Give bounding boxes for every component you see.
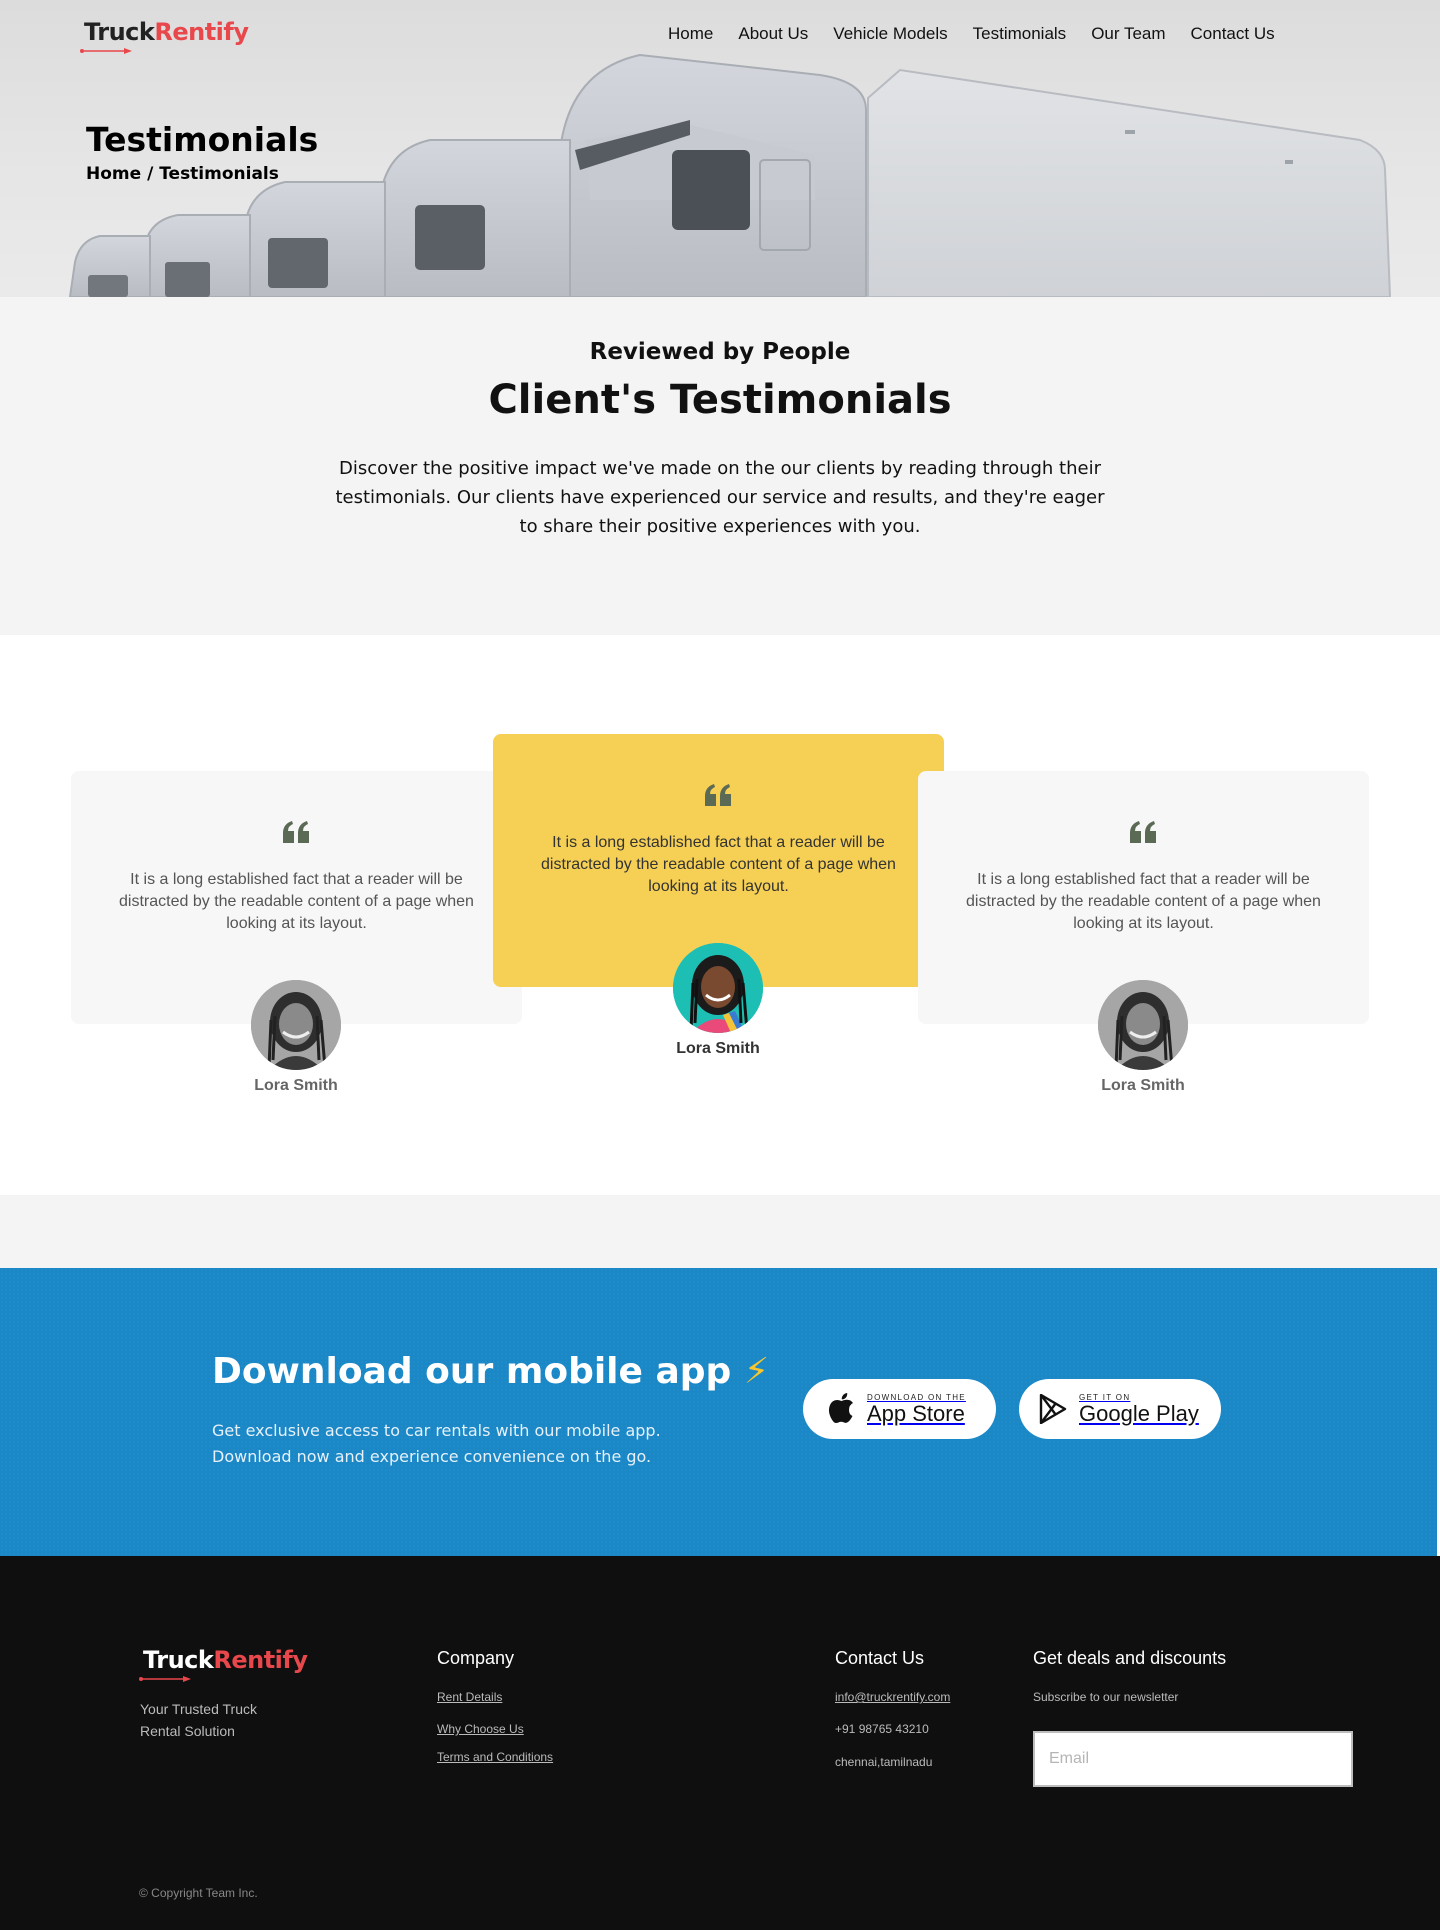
brand-logo[interactable]: TruckRentify [80, 18, 249, 54]
nav-contact-us[interactable]: Contact Us [1191, 24, 1275, 44]
copyright-text: © Copyright Team Inc. [139, 1886, 258, 1900]
page-title: Testimonials [86, 120, 319, 159]
logo-arrow-icon [80, 48, 132, 54]
mobile-app-banner: Download our mobile app ⚡ Get exclusive … [0, 1268, 1437, 1556]
apple-icon [828, 1393, 853, 1423]
nav-home[interactable]: Home [668, 24, 713, 44]
footer-email-link[interactable]: info@truckrentify.com [835, 1690, 950, 1704]
person-name: Lora Smith [254, 1077, 338, 1094]
footer-contact-column: Contact Us [835, 1648, 924, 1669]
footer-location: chennai,tamilnadu [835, 1755, 933, 1769]
app-heading-text: Download our mobile app [212, 1351, 732, 1392]
footer-newsletter-column: Get deals and discounts [1033, 1648, 1226, 1669]
logo-text-part2: Rentify [213, 1646, 308, 1674]
footer-tagline: Your Trusted Truck Rental Solution [140, 1701, 257, 1739]
app-store-label: App Store [867, 1400, 965, 1426]
person-name: Lora Smith [676, 1040, 760, 1057]
footer-link-rent-details[interactable]: Rent Details [437, 1690, 502, 1704]
person-photo [251, 980, 341, 1070]
footer-logo[interactable]: TruckRentify [139, 1646, 308, 1682]
logo-text-part2: Rentify [154, 18, 249, 46]
hero-banner: TruckRentify Home About Us Vehicle Model… [0, 0, 1440, 297]
footer-link-why-choose-us[interactable]: Why Choose Us [437, 1722, 524, 1736]
newsletter-email-input[interactable] [1033, 1731, 1353, 1787]
nav-testimonials[interactable]: Testimonials [973, 24, 1067, 44]
app-heading: Download our mobile app ⚡ [212, 1351, 769, 1392]
nav-vehicle-models[interactable]: Vehicle Models [833, 24, 947, 44]
avatar [251, 980, 341, 1070]
footer-company-column: Company [437, 1648, 514, 1669]
section-kicker: Reviewed by People [589, 339, 851, 365]
section-heading: Client's Testimonials [488, 377, 952, 423]
footer-link-terms[interactable]: Terms and Conditions [437, 1750, 553, 1764]
site-footer: TruckRentify Your Trusted Truck Rental S… [0, 1556, 1440, 1930]
testimonial-text: It is a long established fact that a rea… [119, 871, 474, 932]
newsletter-subtext: Subscribe to our newsletter [1033, 1690, 1179, 1704]
nav-about-us[interactable]: About Us [738, 24, 808, 44]
person-photo [1098, 980, 1188, 1070]
testimonial-text: It is a long established fact that a rea… [966, 871, 1321, 932]
avatar [1098, 980, 1188, 1070]
footer-contact-heading: Contact Us [835, 1648, 925, 1668]
google-play-button[interactable]: GET IT ON Google Play [1019, 1379, 1221, 1439]
avatar [673, 943, 763, 1033]
section-spacer [0, 1195, 1440, 1268]
google-play-label: Google Play [1079, 1400, 1199, 1426]
quote-icon [283, 821, 309, 843]
google-play-icon [1039, 1394, 1067, 1424]
logo-text-part1: Truck [143, 1646, 214, 1674]
logo-text-part1: Truck [84, 18, 155, 46]
logo-arrow-icon [139, 1676, 191, 1682]
section-description: Discover the positive impact we've made … [335, 458, 1105, 537]
lightning-icon: ⚡ [743, 1351, 770, 1392]
breadcrumb[interactable]: Home / Testimonials [86, 164, 279, 184]
nav-our-team[interactable]: Our Team [1091, 24, 1165, 44]
testimonial-text: It is a long established fact that a rea… [541, 834, 896, 895]
testimonials-carousel: It is a long established fact that a rea… [0, 635, 1440, 1195]
footer-deals-heading: Get deals and discounts [1033, 1648, 1227, 1668]
person-photo [673, 943, 763, 1033]
footer-company-heading: Company [437, 1648, 515, 1668]
quote-icon [1130, 821, 1156, 843]
quote-icon [705, 784, 731, 806]
footer-phone: +91 98765 43210 [835, 1722, 929, 1736]
testimonials-intro: Reviewed by People Client's Testimonials… [0, 297, 1440, 635]
app-store-button[interactable]: DOWNLOAD ON THE App Store [803, 1379, 996, 1439]
main-nav: Home About Us Vehicle Models Testimonial… [668, 24, 1275, 44]
app-description: Get exclusive access to car rentals with… [212, 1421, 661, 1466]
person-name: Lora Smith [1101, 1077, 1185, 1094]
